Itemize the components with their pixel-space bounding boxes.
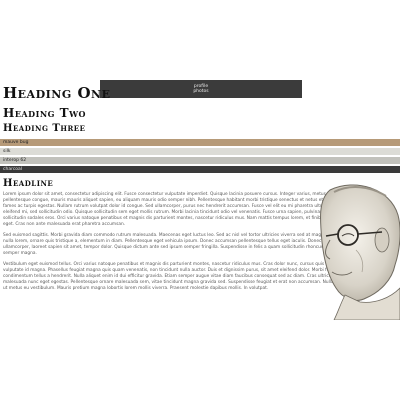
heading-three: Heading Three — [3, 123, 86, 134]
swatch-label: silk — [3, 149, 11, 154]
profile-photos-box[interactable]: profile photos — [100, 80, 302, 98]
swatch-label: charcoal — [3, 167, 23, 172]
article-headline: Headline — [3, 178, 54, 189]
style-guide-page: profile photos Heading One Heading Two H… — [0, 0, 400, 400]
heading-one: Heading One — [3, 84, 111, 102]
color-swatch-charcoal: charcoal — [0, 166, 400, 173]
swatch-label: interop 62 — [3, 158, 27, 163]
color-swatch-interop: interop 62 — [0, 157, 400, 164]
color-swatch-mauve: mauve bug — [0, 139, 400, 146]
color-swatch-silk: silk — [0, 148, 400, 155]
portrait-illustration-icon — [319, 184, 400, 320]
swatch-label: mauve bug — [3, 140, 29, 145]
heading-two: Heading Two — [3, 106, 87, 120]
profile-box-line2: photos — [193, 89, 209, 94]
